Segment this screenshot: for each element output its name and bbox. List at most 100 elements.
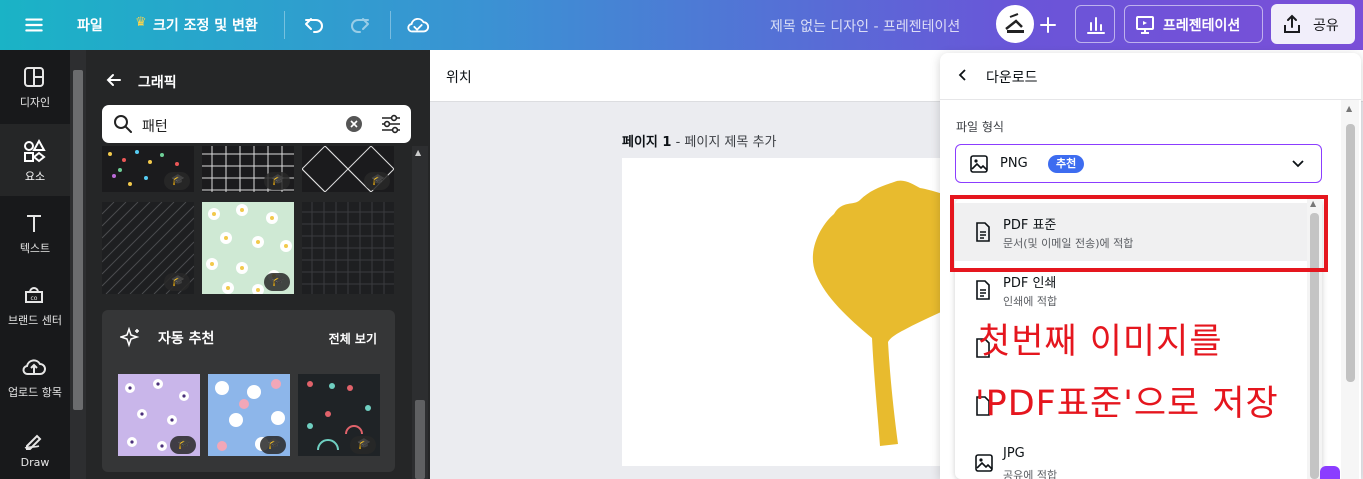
- share-button[interactable]: 공유: [1271, 4, 1355, 44]
- design-page[interactable]: [622, 158, 982, 466]
- rail-scrollbar[interactable]: [70, 50, 86, 479]
- brand-icon: co: [25, 287, 43, 303]
- search-input[interactable]: 패턴: [142, 116, 168, 136]
- document-icon: [976, 280, 990, 300]
- search-box[interactable]: 패턴: [102, 105, 411, 143]
- pattern-tile-confetti[interactable]: 🎓: [102, 146, 194, 192]
- text-icon: [27, 215, 41, 232]
- image-icon: [970, 155, 988, 173]
- menu-icon[interactable]: [22, 13, 46, 37]
- rail-item-uploads[interactable]: 업로드 항목: [0, 340, 70, 412]
- present-label: 프레젠테이션: [1163, 18, 1241, 34]
- file-menu[interactable]: 파일: [77, 15, 103, 35]
- scroll-thumb[interactable]: [415, 400, 425, 479]
- crown-icon: ♛: [135, 15, 147, 30]
- pro-badge: 🎓: [260, 436, 286, 454]
- position-button[interactable]: 위치: [446, 67, 472, 87]
- bar-chart-icon: [1087, 17, 1105, 34]
- view-all-link[interactable]: 전체 보기: [329, 330, 377, 347]
- rail-label: 업로드 항목: [7, 386, 63, 399]
- pattern-tile-fine-grid[interactable]: [302, 202, 394, 294]
- svg-text:co: co: [31, 295, 38, 302]
- rail-item-draw[interactable]: Draw: [0, 412, 70, 479]
- rail-item-design[interactable]: 디자인: [0, 50, 70, 122]
- scroll-thumb[interactable]: [73, 70, 83, 410]
- pattern-tile-purple-floral[interactable]: 🎓: [118, 374, 200, 456]
- download-panel-scrollbar[interactable]: ▲ ▼: [1341, 100, 1359, 479]
- graduation-cap-icon: 🎓: [371, 173, 385, 186]
- scroll-thumb[interactable]: [1346, 124, 1355, 382]
- graduation-cap-icon: 🎓: [171, 173, 185, 186]
- share-label: 공유: [1313, 18, 1339, 34]
- graduation-cap-icon: 🎓: [357, 437, 371, 450]
- graduation-cap-icon: 🎓: [177, 437, 191, 450]
- format-option-jpg[interactable]: JPG 공유에 적합: [955, 435, 1307, 479]
- present-button[interactable]: 프레젠테이션: [1124, 5, 1263, 43]
- download-action-button-edge[interactable]: [1320, 466, 1340, 479]
- rail-item-elements[interactable]: 요소: [0, 124, 70, 196]
- pro-badge: 🎓: [264, 273, 290, 291]
- back-arrow-icon[interactable]: [104, 70, 124, 90]
- download-title: 다운로드: [986, 70, 1038, 86]
- panel-title: 그래픽: [138, 75, 177, 91]
- cloud-saved-icon[interactable]: [406, 13, 430, 37]
- option-name: JPG: [1003, 446, 1025, 461]
- page-label[interactable]: 페이지 1 - 페이지 제목 추가: [622, 131, 776, 150]
- option-description: 인쇄에 적합: [1003, 295, 1058, 308]
- chevron-left-icon[interactable]: [956, 68, 970, 82]
- clear-icon[interactable]: [346, 116, 362, 132]
- pro-badge: 🎓: [170, 436, 196, 454]
- rail-item-text[interactable]: 텍스트: [0, 196, 70, 268]
- rail-label: Draw: [20, 456, 50, 469]
- pattern-tile-grid[interactable]: 🎓: [202, 146, 294, 192]
- pattern-tile-blue-floral[interactable]: 🎓: [208, 374, 290, 456]
- option-name: PDF 인쇄: [1003, 276, 1057, 291]
- divider: [390, 11, 391, 39]
- resize-menu[interactable]: 크기 조정 및 변환: [153, 15, 258, 35]
- rail-label: 브랜드 센터: [7, 314, 63, 327]
- rail-label: 디자인: [19, 96, 51, 109]
- panel-scrollbar[interactable]: ▲: [412, 146, 428, 479]
- page-number: 페이지 1: [622, 135, 672, 150]
- design-icon: [24, 67, 44, 87]
- graphics-panel: 그래픽 패턴 🎓 🎓 🎓 🎓 🎓 자동 추천 전체 보기 🎓 🎓 🎓: [86, 50, 430, 479]
- draw-icon: [24, 434, 42, 450]
- search-icon: [114, 115, 132, 133]
- filter-icon[interactable]: [380, 114, 402, 134]
- annotation-highlight-box: [950, 195, 1328, 272]
- graduation-cap-icon: 🎓: [271, 274, 285, 287]
- pattern-tile-diamond[interactable]: 🎓: [302, 146, 394, 192]
- file-format-label: 파일 형식: [956, 120, 1004, 134]
- upload-cloud-icon: [22, 359, 46, 375]
- pattern-tile-diagonal[interactable]: 🎓: [102, 202, 194, 294]
- top-bar: 파일 ♛ 크기 조정 및 변환 제목 없는 디자인 - 프레젠테이션 프레젠테이…: [0, 0, 1363, 50]
- avatar[interactable]: [996, 5, 1034, 43]
- file-format-select[interactable]: PNG 추천: [955, 144, 1322, 183]
- pro-badge: 🎓: [350, 436, 376, 454]
- chevron-down-icon: [1292, 160, 1304, 168]
- scroll-up-arrow-icon[interactable]: ▲: [1346, 104, 1352, 113]
- pro-badge: 🎓: [164, 172, 190, 190]
- redo-icon[interactable]: [348, 13, 372, 37]
- pattern-tile-dark-floral[interactable]: 🎓: [298, 374, 380, 456]
- pro-badge: 🎓: [364, 172, 390, 190]
- document-title[interactable]: 제목 없는 디자인 - 프레젠테이션: [770, 16, 960, 36]
- scroll-up-arrow-icon[interactable]: ▲: [415, 148, 421, 157]
- graduation-cap-icon: 🎓: [271, 173, 285, 186]
- divider: [940, 99, 1361, 100]
- elements-icon: [24, 138, 46, 163]
- graduation-cap-icon: 🎓: [171, 274, 185, 287]
- annotation-text-line2: 'PDF표준'으로 저장: [975, 384, 1279, 424]
- add-collaborator-icon[interactable]: [1036, 13, 1060, 37]
- undo-icon[interactable]: [302, 13, 326, 37]
- rail-item-brand[interactable]: co 브랜드 센터: [0, 268, 70, 340]
- share-icon: [1284, 14, 1300, 33]
- page-title-placeholder[interactable]: - 페이지 제목 추가: [676, 135, 777, 150]
- option-description: 공유에 적합: [1003, 469, 1058, 479]
- pattern-tile-daisies[interactable]: 🎓: [202, 202, 294, 294]
- image-icon: [975, 454, 993, 472]
- graduation-cap-icon: 🎓: [267, 437, 281, 450]
- insights-button[interactable]: [1075, 5, 1115, 43]
- rail-label: 텍스트: [19, 242, 51, 255]
- present-icon: [1136, 16, 1154, 34]
